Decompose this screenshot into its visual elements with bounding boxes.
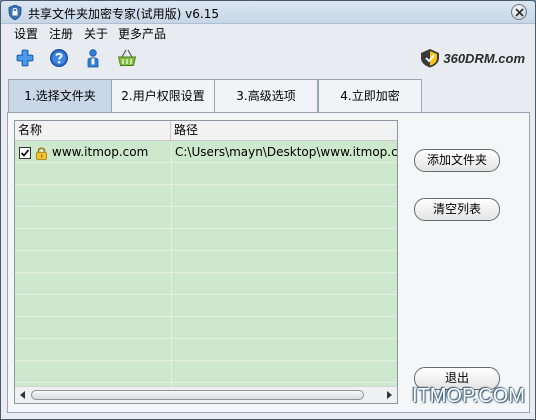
app-window: 共享文件夹加密专家(试用版) v6.15 设置 注册 关于 更多产品 360DR… — [0, 0, 536, 420]
close-button[interactable] — [511, 4, 527, 20]
tab-panel: 名称 路径 www.itmop.com C:\Users\mayn\Deskto… — [7, 112, 530, 413]
column-header-path[interactable]: 路径 — [171, 121, 397, 141]
tab-advanced-options[interactable]: 3.高级选项 — [214, 79, 318, 112]
menu-item-settings[interactable]: 设置 — [14, 25, 38, 42]
window-title: 共享文件夹加密专家(试用版) v6.15 — [28, 7, 219, 21]
user-icon[interactable] — [83, 48, 103, 68]
list-header: 名称 路径 — [15, 121, 397, 141]
lock-icon — [36, 147, 47, 160]
row-checkbox[interactable] — [19, 147, 31, 159]
grid-row — [15, 186, 397, 207]
add-icon[interactable] — [15, 48, 35, 68]
horizontal-scrollbar[interactable] — [15, 386, 397, 403]
cell-folder-name: www.itmop.com — [52, 145, 149, 159]
grid-row — [15, 340, 397, 361]
menu-item-more-products[interactable]: 更多产品 — [118, 25, 166, 42]
grid-row — [15, 252, 397, 273]
grid-row — [15, 362, 397, 383]
list-item[interactable]: www.itmop.com C:\Users\mayn\Desktop\www.… — [15, 142, 397, 163]
brand-logo: 360DRM.com — [420, 47, 525, 69]
title-bar[interactable]: 共享文件夹加密专家(试用版) v6.15 — [1, 1, 535, 24]
grid-row — [15, 296, 397, 317]
basket-icon[interactable] — [117, 48, 137, 68]
menu-item-about[interactable]: 关于 — [84, 25, 108, 42]
grid-row — [15, 208, 397, 229]
help-icon[interactable] — [49, 48, 69, 68]
close-icon — [515, 8, 524, 17]
check-icon — [20, 149, 30, 157]
grid-row — [15, 230, 397, 251]
menu-bar: 设置 注册 关于 更多产品 — [1, 24, 535, 42]
menu-item-register[interactable]: 注册 — [49, 25, 73, 42]
scroll-left-arrow-icon[interactable] — [20, 391, 25, 399]
tab-user-permissions[interactable]: 2.用户权限设置 — [111, 79, 215, 112]
brand-text: 360DRM.com — [443, 50, 525, 66]
scroll-right-arrow-icon[interactable] — [387, 391, 392, 399]
grid-row — [15, 164, 397, 185]
column-header-name[interactable]: 名称 — [15, 121, 171, 141]
grid-line — [171, 142, 172, 386]
brand-logo-icon — [421, 49, 440, 68]
shield-icon — [8, 5, 22, 20]
clear-list-button[interactable]: 清空列表 — [414, 198, 500, 221]
tab-select-folder[interactable]: 1.选择文件夹 — [8, 79, 112, 112]
folder-list[interactable]: 名称 路径 www.itmop.com C:\Users\mayn\Deskto… — [14, 120, 398, 404]
list-body: www.itmop.com C:\Users\mayn\Desktop\www.… — [15, 142, 397, 386]
scroll-thumb[interactable] — [31, 390, 364, 400]
cell-folder-path: C:\Users\mayn\Desktop\www.itmop.com — [175, 145, 397, 159]
add-folder-button[interactable]: 添加文件夹 — [414, 149, 500, 172]
grid-row — [15, 318, 397, 339]
tab-encrypt-now[interactable]: 4.立即加密 — [318, 79, 422, 112]
grid-row — [15, 274, 397, 295]
watermark-text: ITMOP.COM — [412, 385, 525, 407]
